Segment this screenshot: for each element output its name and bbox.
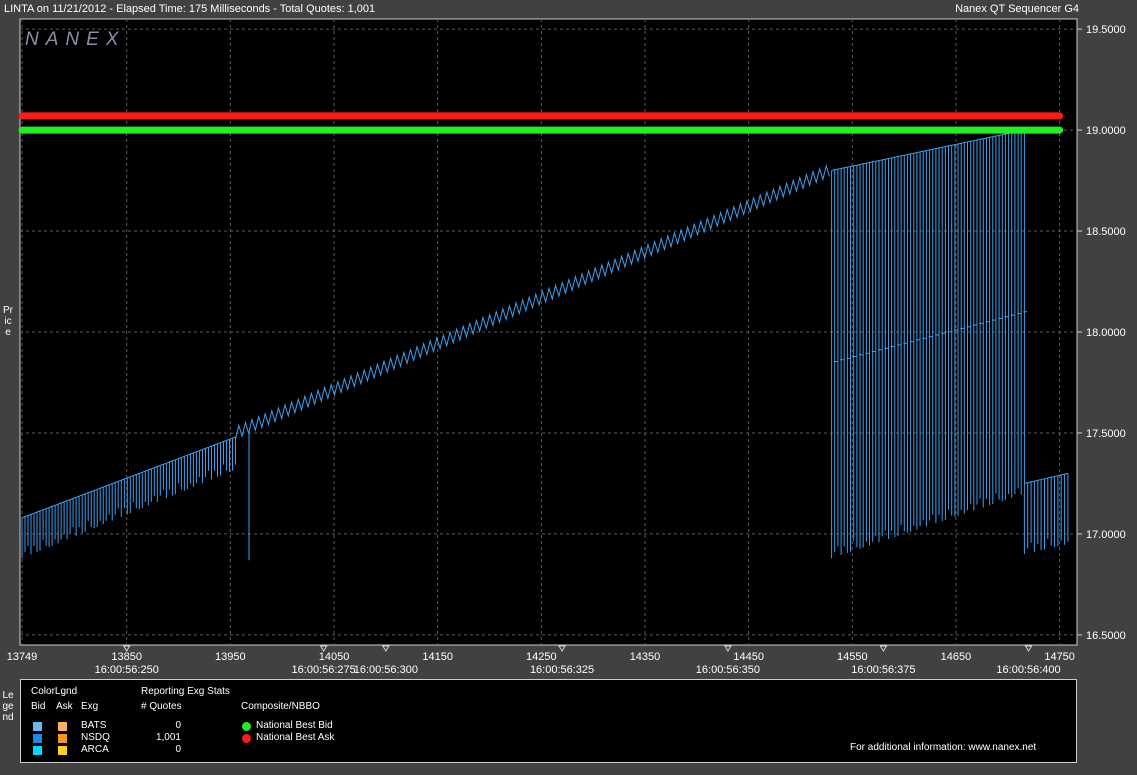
- time-tick-label: 16:00:56:250: [95, 664, 159, 676]
- nanex-watermark: NANEX: [25, 29, 125, 50]
- arca-ask-swatch: [58, 746, 67, 755]
- national-best-bid-dot-icon: [242, 722, 251, 731]
- legend-exg-header: Exg: [81, 701, 99, 712]
- legend-exchange-name: NSDQ: [81, 732, 110, 743]
- legend-bid-header: Bid: [31, 701, 46, 712]
- time-tick-label: 16:00:56:375: [851, 664, 915, 676]
- national-best-ask-dot-icon: [242, 734, 251, 743]
- legend-panel: ColorLgnd Bid Ask Exg Reporting Exg Stat…: [20, 679, 1077, 763]
- bats-ask-swatch: [58, 722, 67, 731]
- y-tick-label: 19.5000: [1086, 24, 1126, 36]
- time-tick-label: 16:00:56:275: [292, 664, 356, 676]
- nsdq-ask-swatch: [58, 734, 67, 743]
- price-chart: NANEX 19.5000 19.0000 18.5000 18.0000 17.500…: [7, 18, 1126, 676]
- y-tick-label: 18.0000: [1086, 327, 1126, 339]
- time-tick-label: 16:00:56:300: [354, 664, 418, 676]
- x-tick-label: 13850: [111, 651, 142, 663]
- legend-exchange-quotes: 0: [175, 744, 181, 755]
- time-tick-mark: [1024, 645, 1033, 652]
- x-tick-label: 14650: [941, 651, 972, 663]
- time-tick-mark: [879, 645, 888, 652]
- legend-side-label: Legend: [2, 690, 14, 723]
- legend-colorlgnd-header: ColorLgnd: [31, 686, 78, 697]
- legend-footer-link[interactable]: For additional information: www.nanex.ne…: [850, 742, 1036, 753]
- time-tick-label: 16:00:56:400: [996, 664, 1060, 676]
- time-tick-mark: [558, 645, 566, 652]
- y-tick-label: 16.5000: [1086, 630, 1126, 642]
- time-tick-mark: [724, 645, 732, 652]
- arca-bid-swatch: [33, 746, 42, 755]
- y-tick-label: 17.0000: [1086, 529, 1126, 541]
- x-tick-label: 14450: [733, 651, 764, 663]
- x-tick-label: 14250: [526, 651, 557, 663]
- time-tick-mark: [381, 645, 390, 652]
- legend-exchange-name: ARCA: [81, 744, 109, 755]
- legend-exchange-quotes: 1,001: [155, 732, 181, 743]
- legend-nbbo-label: National Best Bid: [256, 720, 333, 731]
- x-tick-label: 13950: [215, 651, 246, 663]
- x-tick-label: 14150: [422, 651, 453, 663]
- x-tick-label: 14050: [319, 651, 350, 663]
- x-tick-label: 14350: [630, 651, 661, 663]
- x-tick-label: 14750: [1044, 651, 1075, 663]
- legend-composite-header: Composite/NBBO: [241, 701, 320, 712]
- bats-bid-swatch: [33, 722, 42, 731]
- y-tick-label: 17.5000: [1086, 428, 1126, 440]
- legend-ask-header: Ask: [56, 701, 73, 712]
- y-tick-label: 19.0000: [1086, 125, 1126, 137]
- legend-exchange-name: BATS: [81, 720, 107, 731]
- legend-quotes-header: # Quotes: [141, 701, 182, 712]
- x-tick-label: 14550: [837, 651, 868, 663]
- time-tick-label: 16:00:56:325: [530, 664, 594, 676]
- legend-exchange-quotes: 0: [175, 720, 181, 731]
- nsdq-bid-swatch: [33, 734, 42, 743]
- legend-stats-header: Reporting Exg Stats: [141, 686, 230, 697]
- y-tick-label: 18.5000: [1086, 226, 1126, 238]
- x-tick-label: 13749: [7, 651, 38, 663]
- time-tick-label: 16:00:56:350: [696, 664, 760, 676]
- legend-nbbo-label: National Best Ask: [256, 732, 335, 743]
